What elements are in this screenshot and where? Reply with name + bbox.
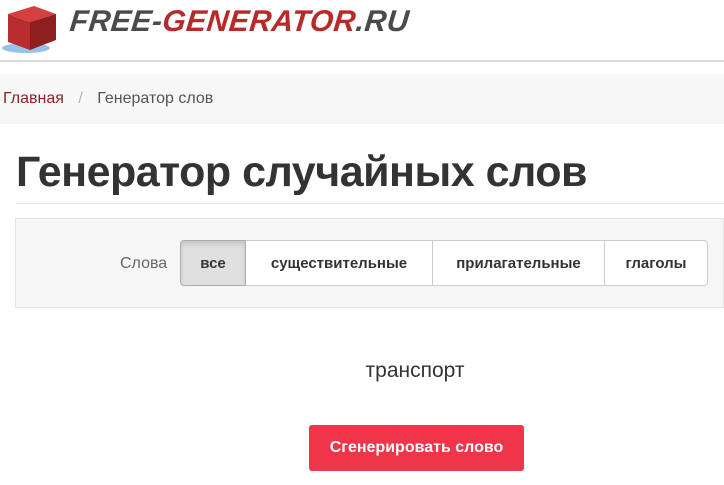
filter-label: Слова bbox=[120, 255, 168, 272]
breadcrumb: Главная / Генератор слов bbox=[0, 74, 724, 124]
filter-nouns-button[interactable]: существительные bbox=[246, 240, 433, 286]
filter-verbs-button[interactable]: глаголы bbox=[605, 240, 708, 286]
filter-adjectives-button[interactable]: прилагательные bbox=[433, 240, 605, 286]
word-type-button-group: все существительные прилагательные глаго… bbox=[180, 240, 708, 286]
title-divider bbox=[16, 203, 724, 204]
breadcrumb-home-link[interactable]: Главная bbox=[3, 90, 64, 107]
generate-word-button[interactable]: Сгенерировать слово bbox=[309, 425, 524, 471]
word-type-filter-panel: Слова все существительные прилагательные… bbox=[15, 218, 724, 308]
red-cube-icon bbox=[2, 6, 56, 53]
breadcrumb-current: Генератор слов bbox=[97, 90, 214, 107]
generated-word: транспорт bbox=[365, 359, 465, 382]
breadcrumb-separator: / bbox=[78, 90, 83, 107]
filter-all-button[interactable]: все bbox=[180, 240, 246, 286]
logo-text: FREE-GENERATOR.RU bbox=[68, 5, 411, 38]
site-header: FREE-GENERATOR.RU bbox=[0, 0, 724, 62]
page-title: Генератор случайных слов bbox=[16, 148, 587, 196]
